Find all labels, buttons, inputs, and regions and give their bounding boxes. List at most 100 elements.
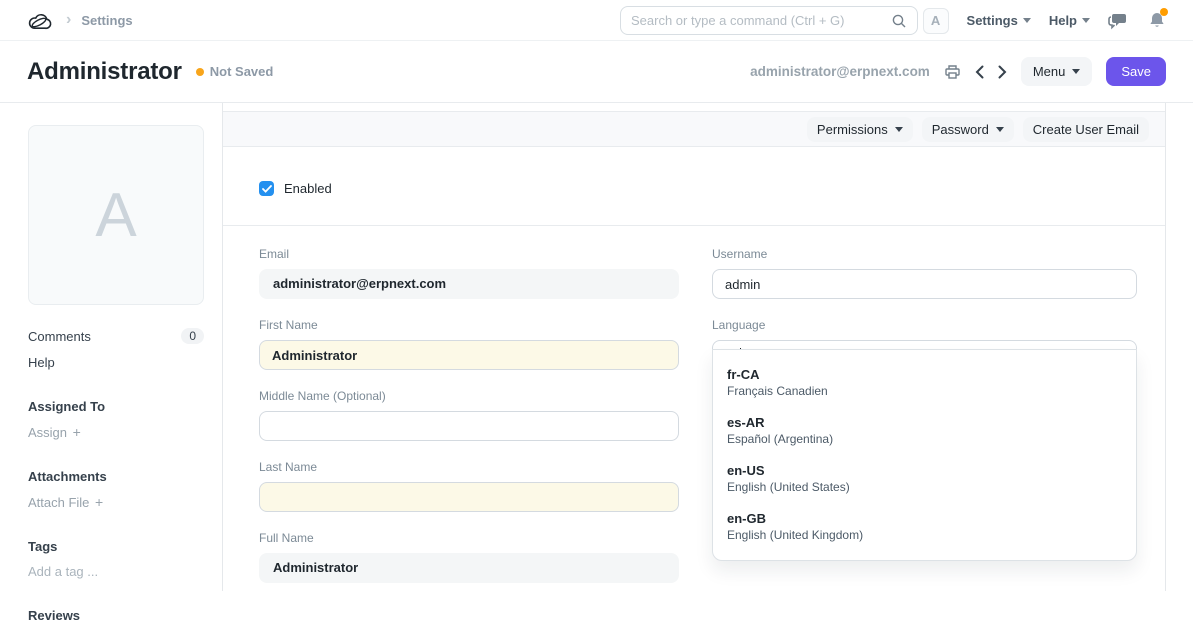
page-title: Administrator xyxy=(27,58,182,86)
attachments-heading: Attachments xyxy=(28,469,204,484)
full-name-label: Full Name xyxy=(259,531,679,545)
email-label: Email xyxy=(259,247,679,261)
language-option-code: en-US xyxy=(727,463,1122,478)
language-option[interactable]: es-AR Español (Argentina) xyxy=(713,406,1136,454)
language-option-name: English (United States) xyxy=(727,480,1122,494)
attach-file-label: Attach File xyxy=(28,495,89,510)
help-menu-label: Help xyxy=(1049,13,1077,28)
help-menu[interactable]: Help xyxy=(1049,13,1090,28)
navbar: › Settings A Settings Help xyxy=(0,0,1193,41)
sidebar-item-comments[interactable]: Comments 0 xyxy=(28,328,204,344)
middle-name-label: Middle Name (Optional) xyxy=(259,389,679,403)
form-column-right: Username Language en → fr-CA Français Ca… xyxy=(712,247,1137,389)
create-user-email-button[interactable]: Create User Email xyxy=(1023,117,1149,142)
full-name-field: Full Name Administrator xyxy=(259,531,679,583)
enabled-checkbox[interactable] xyxy=(259,181,274,196)
chevron-down-icon xyxy=(895,127,903,132)
help-label: Help xyxy=(28,355,55,370)
language-dropdown: fr-CA Français Canadien es-AR Español (A… xyxy=(712,349,1137,561)
status-text: Not Saved xyxy=(210,64,274,79)
first-name-field: First Name xyxy=(259,318,679,370)
password-label: Password xyxy=(932,122,989,137)
breadcrumb-chevron-icon: › xyxy=(66,11,71,29)
form-main-area: Permissions Password Create User Email E… xyxy=(222,103,1166,591)
save-button[interactable]: Save xyxy=(1106,57,1166,86)
last-name-input[interactable] xyxy=(259,482,679,512)
chevron-down-icon xyxy=(1023,18,1031,23)
email-value: administrator@erpnext.com xyxy=(259,269,679,299)
attach-file-button[interactable]: Attach File + xyxy=(28,494,204,510)
menu-button-label: Menu xyxy=(1033,64,1066,79)
form-toolbar: Permissions Password Create User Email xyxy=(223,111,1165,147)
permissions-button[interactable]: Permissions xyxy=(807,117,913,142)
add-tag-input[interactable]: Add a tag ... xyxy=(28,564,204,579)
next-document-icon[interactable] xyxy=(998,65,1007,79)
language-option-name: English (United Kingdom) xyxy=(727,528,1122,542)
language-option-code: en-GB xyxy=(727,511,1122,526)
chevron-down-icon xyxy=(1072,69,1080,74)
first-name-input[interactable] xyxy=(259,340,679,370)
username-input[interactable] xyxy=(712,269,1137,299)
sidebar-item-help[interactable]: Help xyxy=(28,355,204,370)
last-name-field: Last Name xyxy=(259,460,679,512)
assign-button[interactable]: Assign + xyxy=(28,424,204,440)
document-email: administrator@erpnext.com xyxy=(750,64,930,79)
chevron-down-icon xyxy=(996,127,1004,132)
settings-menu-label: Settings xyxy=(967,13,1018,28)
password-button[interactable]: Password xyxy=(922,117,1014,142)
status-dot-icon xyxy=(196,68,204,76)
reviews-section: Reviews xyxy=(28,608,204,623)
search-icon xyxy=(891,13,907,29)
print-icon[interactable] xyxy=(944,64,961,80)
chevron-down-icon xyxy=(1082,18,1090,23)
assign-label: Assign xyxy=(28,425,67,440)
language-label: Language xyxy=(712,318,1137,332)
enabled-section: Enabled xyxy=(223,147,1165,226)
first-name-label: First Name xyxy=(259,318,679,332)
global-search[interactable] xyxy=(620,6,918,35)
menu-button[interactable]: Menu xyxy=(1021,57,1093,86)
language-field: Language en → fr-CA Français Canadien es… xyxy=(712,318,1137,370)
middle-name-input[interactable] xyxy=(259,411,679,441)
comments-count-badge: 0 xyxy=(181,328,204,344)
document-avatar[interactable]: A xyxy=(28,125,204,305)
username-label: Username xyxy=(712,247,1137,261)
notifications-bell-icon[interactable] xyxy=(1148,11,1166,30)
username-field: Username xyxy=(712,247,1137,299)
page-header: Administrator Not Saved administrator@er… xyxy=(0,41,1193,103)
language-option[interactable]: en-GB English (United Kingdom) xyxy=(713,502,1136,550)
form-column-left: Email administrator@erpnext.com First Na… xyxy=(259,247,679,602)
language-option-name: Español (Argentina) xyxy=(727,432,1122,446)
language-option[interactable]: en-US English (United States) xyxy=(713,454,1136,502)
email-field: Email administrator@erpnext.com xyxy=(259,247,679,299)
breadcrumb[interactable]: Settings xyxy=(81,13,132,28)
assigned-to-section: Assigned To Assign + xyxy=(28,399,204,440)
notification-dot xyxy=(1160,8,1168,16)
plus-icon: + xyxy=(95,494,103,510)
previous-document-icon[interactable] xyxy=(975,65,984,79)
assigned-to-heading: Assigned To xyxy=(28,399,204,414)
user-avatar[interactable]: A xyxy=(923,8,949,34)
last-name-label: Last Name xyxy=(259,460,679,474)
language-option-name: Français Canadien xyxy=(727,384,1122,398)
language-option[interactable]: fr-CA Français Canadien xyxy=(713,358,1136,406)
attachments-section: Attachments Attach File + xyxy=(28,469,204,510)
full-name-value: Administrator xyxy=(259,553,679,583)
tags-section: Tags Add a tag ... xyxy=(28,539,204,579)
permissions-label: Permissions xyxy=(817,122,888,137)
chat-button[interactable] xyxy=(1108,12,1130,30)
settings-menu[interactable]: Settings xyxy=(967,13,1031,28)
tags-heading: Tags xyxy=(28,539,204,554)
form-sidebar: A Comments 0 Help Assigned To Assign + A… xyxy=(0,103,222,591)
search-input[interactable] xyxy=(631,13,891,28)
enabled-label: Enabled xyxy=(284,181,332,196)
language-option-code: es-AR xyxy=(727,415,1122,430)
middle-name-field: Middle Name (Optional) xyxy=(259,389,679,441)
language-option-code: fr-CA xyxy=(727,367,1122,382)
plus-icon: + xyxy=(73,424,81,440)
app-logo-cloud-icon[interactable] xyxy=(27,10,52,31)
reviews-heading: Reviews xyxy=(28,608,204,623)
save-status-indicator: Not Saved xyxy=(196,64,274,79)
form-fields-grid: Email administrator@erpnext.com First Na… xyxy=(223,226,1165,602)
comments-label: Comments xyxy=(28,329,91,344)
